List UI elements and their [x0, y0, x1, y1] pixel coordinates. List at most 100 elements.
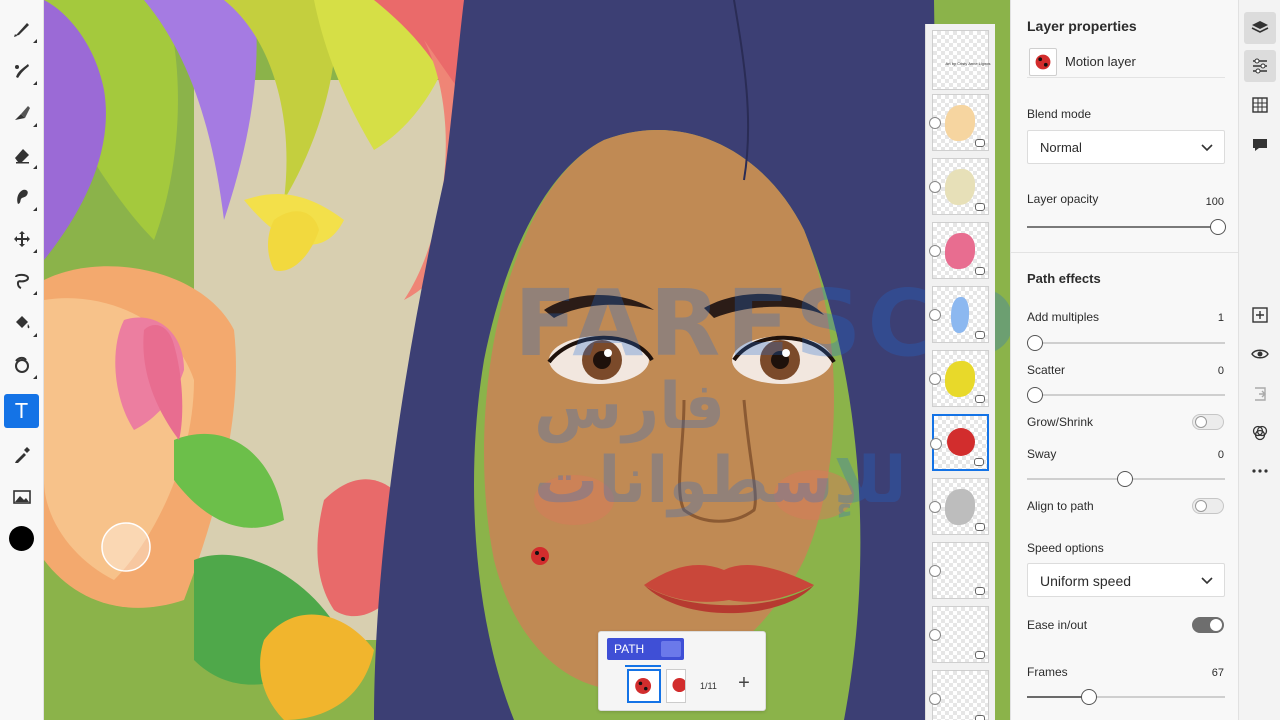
frame-options-icon[interactable]: [975, 139, 985, 147]
grid-button[interactable]: [1244, 89, 1276, 121]
frame-options-icon[interactable]: [974, 458, 984, 466]
speed-options-label: Speed options: [1027, 541, 1104, 555]
layer-thumbnail: [1029, 48, 1057, 76]
vector-brush-icon[interactable]: [4, 96, 39, 130]
frame-options-icon[interactable]: [975, 651, 985, 659]
frame-thumb-cover[interactable]: Art by Cristy Anne Lignos: [932, 30, 990, 90]
fill-icon[interactable]: [4, 306, 39, 340]
frame-handle-icon[interactable]: [929, 373, 941, 385]
slider-knob[interactable]: [1027, 335, 1043, 351]
move-icon[interactable]: [4, 222, 39, 256]
slider-knob[interactable]: [1210, 219, 1226, 235]
slider-knob[interactable]: [1081, 689, 1097, 705]
layer-name: Motion layer: [1065, 54, 1136, 69]
frames-label: Frames: [1027, 665, 1068, 679]
frame-handle-icon[interactable]: [929, 309, 941, 321]
chevron-down-icon: [1201, 144, 1213, 152]
eraser-icon[interactable]: [4, 138, 39, 172]
frame-thumb[interactable]: [929, 670, 989, 720]
frame-options-icon[interactable]: [975, 331, 985, 339]
blend-button[interactable]: [1244, 417, 1276, 449]
lasso-icon[interactable]: [4, 264, 39, 298]
scatter-value: 0: [1217, 365, 1224, 377]
path-thumb[interactable]: [666, 669, 687, 703]
frame-options-icon[interactable]: [975, 267, 985, 275]
path-tag[interactable]: PATH: [607, 638, 684, 660]
frame-thumb[interactable]: [929, 606, 989, 663]
ease-toggle[interactable]: [1192, 617, 1224, 633]
properties-button[interactable]: [1244, 50, 1276, 82]
properties-panel: Layer properties Motion layer Blend mode…: [1010, 0, 1239, 720]
frame-thumb[interactable]: [929, 222, 989, 279]
properties-icon: [1253, 58, 1267, 74]
liquify-icon[interactable]: [4, 348, 39, 382]
visibility-button[interactable]: [1244, 338, 1276, 370]
frame-options-icon[interactable]: [975, 395, 985, 403]
frame-thumb[interactable]: [929, 350, 989, 407]
frame-handle-icon[interactable]: [929, 693, 941, 705]
slider-knob[interactable]: [1117, 471, 1133, 487]
frame-thumb-selected[interactable]: [930, 414, 989, 471]
text-icon: T: [15, 399, 28, 423]
layer-row[interactable]: Motion layer: [1027, 46, 1225, 78]
frame-handle-icon[interactable]: [929, 501, 941, 513]
comment-icon: [1253, 139, 1267, 151]
frame-thumb[interactable]: [929, 94, 989, 151]
path-add-button[interactable]: +: [735, 673, 753, 693]
more-button[interactable]: [1244, 455, 1276, 487]
right-rail: [1238, 0, 1280, 720]
frame-handle-icon[interactable]: [929, 629, 941, 641]
blend-mode-label: Blend mode: [1027, 107, 1092, 121]
slider-knob[interactable]: [1027, 387, 1043, 403]
live-brush-icon[interactable]: [4, 54, 39, 88]
frame-options-icon[interactable]: [975, 587, 985, 595]
add-layer-button[interactable]: [1244, 299, 1276, 331]
smudge-icon[interactable]: [4, 180, 39, 214]
path-indicator: [625, 665, 661, 667]
blend-mode-dropdown[interactable]: Normal: [1027, 130, 1225, 164]
frames-value: 67: [1211, 667, 1224, 679]
comment-button[interactable]: [1244, 129, 1276, 161]
frame-thumb[interactable]: [929, 158, 989, 215]
image-icon[interactable]: [4, 480, 39, 514]
merge-icon: [1255, 387, 1266, 401]
add-layer-icon: [1252, 307, 1268, 323]
sway-label: Sway: [1027, 447, 1057, 461]
path-thumb-selected[interactable]: [627, 669, 661, 703]
color-swatch[interactable]: [9, 526, 34, 551]
frames-slider[interactable]: [1027, 689, 1225, 705]
speed-options-dropdown[interactable]: Uniform speed: [1027, 563, 1225, 597]
frames-strip: Art by Cristy Anne Lignos: [925, 24, 995, 720]
artwork: [44, 0, 1010, 720]
frame-handle-icon[interactable]: [929, 117, 941, 129]
frame-options-icon[interactable]: [975, 203, 985, 211]
layer-opacity-label: Layer opacity: [1027, 192, 1099, 206]
layers-button[interactable]: [1244, 12, 1276, 44]
text-tool-button[interactable]: T: [4, 394, 39, 428]
merge-button[interactable]: [1244, 378, 1276, 410]
add-multiples-value: 1: [1217, 312, 1224, 324]
eyedropper-icon[interactable]: [4, 438, 39, 472]
add-multiples-slider[interactable]: [1027, 335, 1225, 351]
frame-thumb[interactable]: [929, 478, 989, 535]
chevron-down-icon: [1201, 577, 1213, 585]
frame-thumb[interactable]: [929, 542, 989, 599]
path-panel: PATH 1/11 +: [598, 631, 766, 711]
align-to-path-toggle[interactable]: [1192, 498, 1224, 514]
frame-options-icon[interactable]: [975, 523, 985, 531]
frame-handle-icon[interactable]: [929, 181, 941, 193]
canvas[interactable]: FARESCD فارس للإسطوانات: [44, 0, 1010, 720]
frame-options-icon[interactable]: [975, 715, 985, 720]
layer-opacity-slider[interactable]: [1027, 219, 1226, 235]
align-to-path-label: Align to path: [1027, 499, 1094, 513]
frame-handle-icon[interactable]: [929, 565, 941, 577]
pixel-brush-icon[interactable]: [4, 12, 39, 46]
frame-cover-title: Art by Cristy Anne Lignos: [945, 61, 991, 66]
scatter-slider[interactable]: [1027, 387, 1225, 403]
grow-shrink-toggle[interactable]: [1192, 414, 1224, 430]
frame-thumb[interactable]: [929, 286, 989, 343]
sway-slider[interactable]: [1027, 471, 1225, 487]
frame-handle-icon[interactable]: [930, 438, 942, 450]
frame-handle-icon[interactable]: [929, 245, 941, 257]
visibility-icon: [1251, 349, 1269, 359]
